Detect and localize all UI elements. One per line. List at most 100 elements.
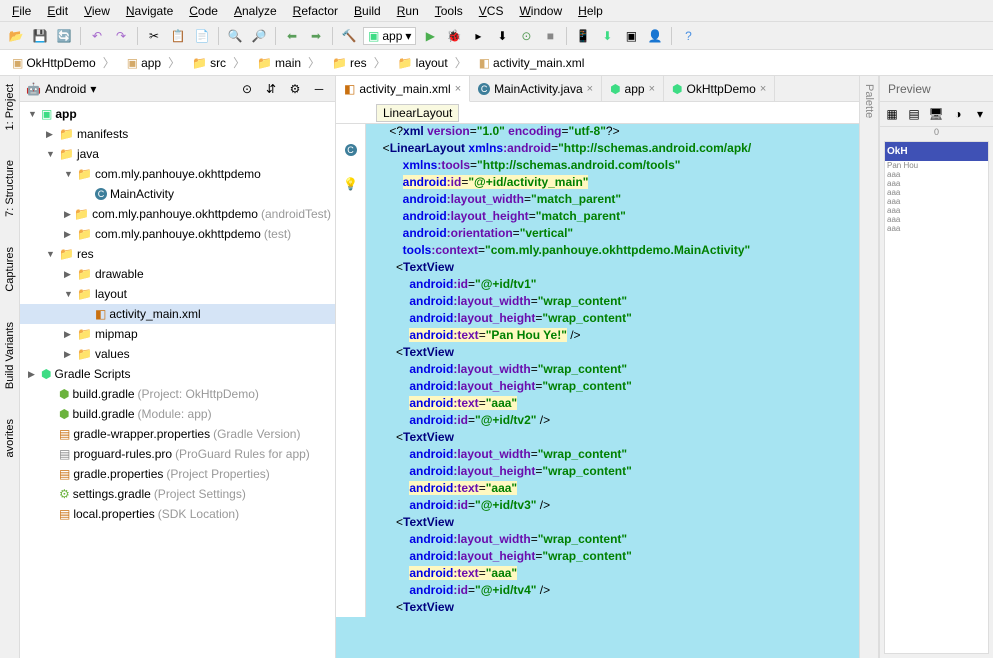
orientation-icon[interactable]: 🖥: [926, 104, 946, 124]
menu-navigate[interactable]: Navigate: [118, 2, 181, 20]
tree-row-build-gradle[interactable]: ⬢ build.gradle (Project: OkHttpDemo): [20, 384, 335, 404]
expand-icon[interactable]: ▶: [46, 129, 56, 140]
menu-analyze[interactable]: Analyze: [226, 2, 285, 20]
expand-icon[interactable]: ▶: [64, 349, 74, 360]
expand-icon[interactable]: ▶: [64, 209, 71, 220]
night-icon[interactable]: ◑: [948, 104, 968, 124]
tree-row-mainactivity[interactable]: C MainActivity: [20, 184, 335, 204]
side-tab-avorites[interactable]: avorites: [4, 419, 16, 458]
close-icon[interactable]: ×: [649, 83, 655, 95]
hide-icon[interactable]: ─: [309, 79, 329, 99]
tree-row-app[interactable]: ▼ ▣ app: [20, 104, 335, 124]
crumb-layout[interactable]: 📁layout: [392, 52, 473, 73]
tree-row-local-properties[interactable]: ▤ local.properties (SDK Location): [20, 504, 335, 524]
tree-row-res[interactable]: ▼ 📁 res: [20, 244, 335, 264]
tree-row-settings-gradle[interactable]: ⚙ settings.gradle (Project Settings): [20, 484, 335, 504]
tree-row-values[interactable]: ▶ 📁 values: [20, 344, 335, 364]
crumb-app[interactable]: ▣app: [121, 52, 186, 73]
tab-mainactivity-java[interactable]: C MainActivity.java ×: [470, 76, 602, 101]
tree-row-java[interactable]: ▼ 📁 java: [20, 144, 335, 164]
expand-icon[interactable]: ▼: [46, 249, 56, 259]
back-icon[interactable]: ⬅: [282, 26, 302, 46]
run-icon[interactable]: ▶: [420, 26, 440, 46]
menu-edit[interactable]: Edit: [39, 2, 76, 20]
close-icon[interactable]: ×: [760, 83, 766, 95]
blueprint-icon[interactable]: ▤: [904, 104, 924, 124]
cut-icon[interactable]: ✂: [144, 26, 164, 46]
project-view-label[interactable]: Android: [45, 82, 86, 96]
expand-icon[interactable]: ▼: [28, 109, 38, 119]
menu-run[interactable]: Run: [389, 2, 427, 20]
tree-row-gradle-scripts[interactable]: ▶ ⬢ Gradle Scripts: [20, 364, 335, 384]
menu-view[interactable]: View: [76, 2, 118, 20]
menu-build[interactable]: Build: [346, 2, 389, 20]
preview-canvas[interactable]: OkHPan Houaaaaaaaaaaaaaaaaaaaaa: [884, 141, 989, 654]
profile-icon[interactable]: ⊙: [516, 26, 536, 46]
attach-icon[interactable]: ⬇: [492, 26, 512, 46]
stop-icon[interactable]: ■: [540, 26, 560, 46]
menu-tools[interactable]: Tools: [427, 2, 471, 20]
expand-icon[interactable]: ▼: [64, 289, 74, 299]
expand-icon[interactable]: ▼: [46, 149, 56, 159]
run-coverage-icon[interactable]: ▸: [468, 26, 488, 46]
lightbulb-icon[interactable]: 💡: [343, 177, 358, 191]
tab-okhttpdemo[interactable]: ⬢ OkHttpDemo ×: [664, 76, 775, 101]
menu-window[interactable]: Window: [511, 2, 570, 20]
sync-icon[interactable]: 🔄: [54, 26, 74, 46]
layout-inspector-icon[interactable]: ▣: [621, 26, 641, 46]
tree-row-mipmap[interactable]: ▶ 📁 mipmap: [20, 324, 335, 344]
redo-icon[interactable]: ↷: [111, 26, 131, 46]
editor-crumb-item[interactable]: LinearLayout: [376, 104, 459, 122]
side-tab-captures[interactable]: Captures: [4, 247, 16, 292]
tree-row-com-mly-panhouye-okhttpdemo[interactable]: ▶ 📁 com.mly.panhouye.okhttpdemo (android…: [20, 204, 335, 224]
tree-row-proguard-rules-pro[interactable]: ▤ proguard-rules.pro (ProGuard Rules for…: [20, 444, 335, 464]
tab-activity-main-xml[interactable]: ◧ activity_main.xml ×: [336, 76, 470, 102]
crumb-main[interactable]: 📁main: [251, 52, 326, 73]
tree-row-com-mly-panhouye-okhttpdemo[interactable]: ▼ 📁 com.mly.panhouye.okhttpdemo: [20, 164, 335, 184]
expand-icon[interactable]: ▶: [64, 269, 74, 280]
crumb-res[interactable]: 📁res: [326, 52, 392, 73]
class-gutter-icon[interactable]: C: [345, 144, 357, 156]
menu-code[interactable]: Code: [181, 2, 226, 20]
find-icon[interactable]: 🔍: [225, 26, 245, 46]
menu-vcs[interactable]: VCS: [471, 2, 512, 20]
tree-row-build-gradle[interactable]: ⬢ build.gradle (Module: app): [20, 404, 335, 424]
sdk-icon[interactable]: ⬇: [597, 26, 617, 46]
copy-icon[interactable]: 📋: [168, 26, 188, 46]
tree-row-com-mly-panhouye-okhttpdemo[interactable]: ▶ 📁 com.mly.panhouye.okhttpdemo (test): [20, 224, 335, 244]
crumb-src[interactable]: 📁src: [186, 52, 251, 73]
tree-row-activity-main-xml[interactable]: ◧ activity_main.xml: [20, 304, 335, 324]
tree-row-gradle-wrapper-properties[interactable]: ▤ gradle-wrapper.properties (Gradle Vers…: [20, 424, 335, 444]
gear-icon[interactable]: ⚙: [285, 79, 305, 99]
tree-row-drawable[interactable]: ▶ 📁 drawable: [20, 264, 335, 284]
tree-row-layout[interactable]: ▼ 📁 layout: [20, 284, 335, 304]
paste-icon[interactable]: 📄: [192, 26, 212, 46]
run-config-combo[interactable]: ▣ app ▾: [363, 27, 416, 45]
collapse-icon[interactable]: ⊙: [237, 79, 257, 99]
settings-icon[interactable]: ⇵: [261, 79, 281, 99]
code-editor[interactable]: <?xml version="1.0" encoding="utf-8"?>C …: [336, 124, 859, 658]
open-icon[interactable]: 📂: [6, 26, 26, 46]
expand-icon[interactable]: ▶: [64, 229, 74, 240]
forward-icon[interactable]: ➡: [306, 26, 326, 46]
expand-icon[interactable]: ▶: [64, 329, 74, 340]
expand-icon[interactable]: ▶: [28, 369, 38, 380]
device-icon[interactable]: ▾: [970, 104, 990, 124]
side-tab-project[interactable]: 1: Project: [4, 84, 16, 130]
undo-icon[interactable]: ↶: [87, 26, 107, 46]
tree-row-manifests[interactable]: ▶ 📁 manifests: [20, 124, 335, 144]
help-icon[interactable]: ?: [678, 26, 698, 46]
crumb-OkHttpDemo[interactable]: ▣OkHttpDemo: [6, 52, 121, 73]
avd-icon[interactable]: 📱: [573, 26, 593, 46]
tree-row-gradle-properties[interactable]: ▤ gradle.properties (Project Properties): [20, 464, 335, 484]
debug-icon[interactable]: 🐞: [444, 26, 464, 46]
close-icon[interactable]: ×: [587, 83, 593, 95]
replace-icon[interactable]: 🔎: [249, 26, 269, 46]
save-icon[interactable]: 💾: [30, 26, 50, 46]
expand-icon[interactable]: ▼: [64, 169, 74, 179]
menu-help[interactable]: Help: [570, 2, 611, 20]
side-tab-buildvariants[interactable]: Build Variants: [4, 322, 16, 389]
resource-manager-icon[interactable]: 👤: [645, 26, 665, 46]
design-icon[interactable]: ▦: [882, 104, 902, 124]
tab-app[interactable]: ⬢ app ×: [602, 76, 664, 101]
